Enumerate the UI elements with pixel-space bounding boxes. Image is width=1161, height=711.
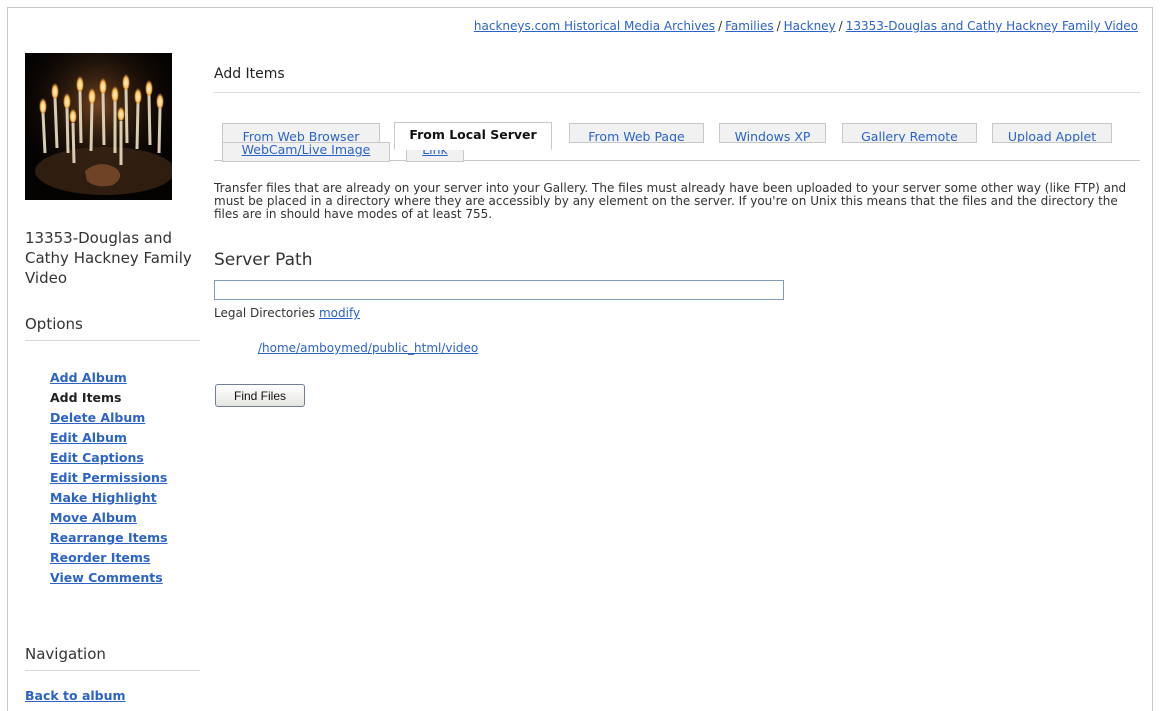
server-path-input[interactable] bbox=[214, 280, 784, 300]
option-item: Edit Permissions bbox=[50, 468, 168, 488]
edit-captions-link[interactable]: Edit Captions bbox=[50, 450, 144, 465]
legal-directories: Legal Directories modify bbox=[214, 306, 360, 320]
rearrange-items-link[interactable]: Rearrange Items bbox=[50, 530, 168, 545]
breadcrumb-separator: / bbox=[776, 19, 781, 33]
option-item: Add Album bbox=[50, 368, 168, 388]
server-path-heading: Server Path bbox=[214, 250, 313, 270]
edit-album-link[interactable]: Edit Album bbox=[50, 430, 127, 445]
birthday-candles-image bbox=[25, 53, 172, 200]
legal-directories-label: Legal Directories bbox=[214, 306, 316, 320]
options-heading: Options bbox=[25, 315, 200, 341]
modify-link[interactable]: modify bbox=[319, 306, 360, 320]
option-item: Edit Album bbox=[50, 428, 168, 448]
back-to-album-link[interactable]: Back to album bbox=[25, 688, 126, 703]
delete-album-link[interactable]: Delete Album bbox=[50, 410, 145, 425]
tab-bar: From Web Browser From Local Server From … bbox=[214, 116, 1140, 162]
page-frame: hackneys.com Historical Media Archives / F… bbox=[7, 7, 1153, 711]
legal-directory-path-link[interactable]: /home/amboymed/public_html/video bbox=[258, 341, 478, 355]
tab-from-web-browser[interactable]: From Web Browser bbox=[222, 123, 380, 143]
make-highlight-link[interactable]: Make Highlight bbox=[50, 490, 157, 505]
option-item: Edit Captions bbox=[50, 448, 168, 468]
reorder-items-link[interactable]: Reorder Items bbox=[50, 550, 150, 565]
breadcrumb-separator: / bbox=[718, 19, 723, 33]
option-item: Move Album bbox=[50, 508, 168, 528]
option-item: Rearrange Items bbox=[50, 528, 168, 548]
option-item: Reorder Items bbox=[50, 548, 168, 568]
breadcrumb-item-hackney[interactable]: Hackney bbox=[784, 19, 836, 33]
tab-from-local-server[interactable]: From Local Server bbox=[394, 122, 552, 150]
description-text: Transfer files that are already on your … bbox=[214, 181, 1127, 221]
breadcrumb-item-families[interactable]: Families bbox=[725, 19, 773, 33]
tab-windows-xp[interactable]: Windows XP bbox=[719, 123, 826, 143]
breadcrumb-item-album[interactable]: 13353-Douglas and Cathy Hackney Family V… bbox=[846, 19, 1138, 33]
view-comments-link[interactable]: View Comments bbox=[50, 570, 163, 585]
add-items-current: Add Items bbox=[50, 390, 122, 405]
tab-webcam-live-image[interactable]: WebCam/Live Image bbox=[222, 142, 390, 162]
album-title: 13353-Douglas and Cathy Hackney Family V… bbox=[25, 229, 192, 287]
option-item: Make Highlight bbox=[50, 488, 168, 508]
album-thumbnail[interactable] bbox=[25, 53, 172, 200]
option-item: Add Items bbox=[50, 388, 168, 408]
tab-gallery-remote[interactable]: Gallery Remote bbox=[842, 123, 977, 143]
breadcrumb: hackneys.com Historical Media Archives / F… bbox=[474, 19, 1138, 33]
tab-from-web-page[interactable]: From Web Page bbox=[569, 123, 704, 143]
breadcrumb-separator: / bbox=[838, 19, 843, 33]
breadcrumb-item-archives[interactable]: hackneys.com Historical Media Archives bbox=[474, 19, 715, 33]
add-album-link[interactable]: Add Album bbox=[50, 370, 127, 385]
option-item: Delete Album bbox=[50, 408, 168, 428]
move-album-link[interactable]: Move Album bbox=[50, 510, 137, 525]
option-item: View Comments bbox=[50, 568, 168, 588]
tab-upload-applet[interactable]: Upload Applet bbox=[992, 123, 1112, 143]
edit-permissions-link[interactable]: Edit Permissions bbox=[50, 470, 167, 485]
options-list: Add Album Add Items Delete Album Edit Al… bbox=[50, 368, 168, 588]
page-title: Add Items bbox=[214, 66, 1140, 93]
navigation-heading: Navigation bbox=[25, 645, 200, 671]
find-files-button[interactable]: Find Files bbox=[215, 384, 305, 407]
